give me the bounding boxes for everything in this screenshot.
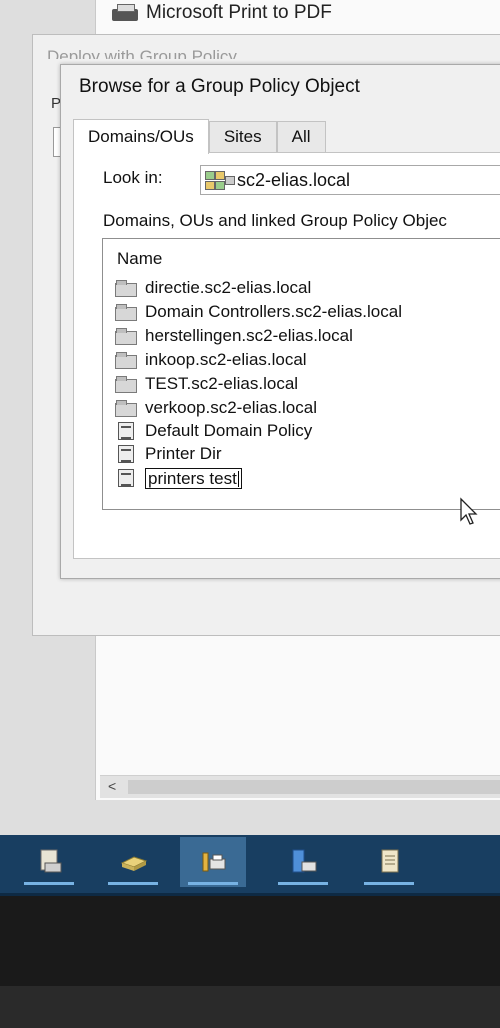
folder-icon bbox=[115, 327, 137, 345]
network-printers-icon bbox=[292, 849, 317, 873]
tab-strip: Domains/OUs Sites All bbox=[73, 119, 326, 154]
folder-icon bbox=[115, 351, 137, 369]
tab-sites[interactable]: Sites bbox=[208, 121, 277, 152]
tab-domains-ous[interactable]: Domains/OUs bbox=[73, 119, 209, 154]
folder-icon bbox=[115, 279, 137, 297]
list-item[interactable]: inkoop.sc2-elias.local bbox=[115, 349, 307, 371]
print-management-icon bbox=[202, 852, 226, 872]
look-in-label: Look in: bbox=[103, 168, 163, 187]
list-item-label: directie.sc2-elias.local bbox=[145, 278, 312, 297]
printer-list-item[interactable]: Microsoft Print to PDF bbox=[110, 2, 332, 24]
list-item-label: verkoop.sc2-elias.local bbox=[145, 398, 317, 417]
taskbar-button-print-server[interactable] bbox=[16, 837, 82, 887]
list-item[interactable]: TEST.sc2-elias.local bbox=[115, 373, 298, 395]
list-item-label: Printer Dir bbox=[145, 444, 222, 463]
deploy-dialog-title: Deploy with Group Policy bbox=[47, 47, 237, 59]
printer-icon bbox=[120, 856, 148, 871]
list-item-label: Default Domain Policy bbox=[145, 421, 313, 440]
gpo-icon bbox=[115, 469, 137, 487]
list-caption: Domains, OUs and linked Group Policy Obj… bbox=[103, 211, 447, 230]
list-item[interactable]: Printer Dir bbox=[115, 443, 222, 465]
domain-icon bbox=[205, 169, 235, 191]
tab-all[interactable]: All bbox=[276, 121, 326, 152]
browse-dialog-title: Browse for a Group Policy Object bbox=[79, 76, 360, 97]
list-item[interactable]: herstellingen.sc2-elias.local bbox=[115, 325, 353, 347]
rename-input-text: printers test bbox=[148, 468, 237, 488]
list-item-label: herstellingen.sc2-elias.local bbox=[145, 326, 353, 345]
rename-input[interactable]: printers test bbox=[145, 467, 242, 489]
print-server-icon bbox=[40, 849, 62, 873]
taskbar-running-indicator bbox=[188, 882, 238, 885]
monitor-bezel-bottom bbox=[0, 986, 500, 1028]
taskbar-button-printer[interactable] bbox=[100, 837, 166, 887]
look-in-value: sc2-elias.local bbox=[237, 169, 351, 190]
list-item[interactable]: Default Domain Policy bbox=[115, 420, 312, 442]
list-item[interactable]: verkoop.sc2-elias.local bbox=[115, 397, 317, 419]
gpo-list[interactable]: Name directie.sc2-elias.local Domain Con… bbox=[102, 238, 500, 510]
taskbar-running-indicator bbox=[108, 882, 158, 885]
list-item-editing[interactable]: printers test bbox=[115, 467, 242, 489]
document-icon bbox=[381, 849, 399, 873]
folder-icon bbox=[115, 303, 137, 321]
tab-page-domains-ous: Look in: sc2-elias.local Domains, OUs an… bbox=[73, 152, 500, 559]
column-header-name[interactable]: Name bbox=[117, 249, 162, 269]
scroll-left-arrow-icon[interactable]: < bbox=[108, 778, 116, 794]
scrollbar-thumb[interactable] bbox=[128, 780, 500, 794]
taskbar-button-print-management[interactable] bbox=[180, 837, 246, 887]
printer-icon bbox=[110, 3, 140, 23]
list-item-label: TEST.sc2-elias.local bbox=[145, 374, 299, 393]
browse-gpo-dialog: Browse for a Group Policy Object Domains… bbox=[60, 64, 500, 579]
mouse-cursor-icon bbox=[460, 497, 478, 525]
taskbar bbox=[0, 835, 500, 898]
folder-icon bbox=[115, 375, 137, 393]
folder-icon bbox=[115, 399, 137, 417]
list-item[interactable]: directie.sc2-elias.local bbox=[115, 277, 311, 299]
gpo-icon bbox=[115, 422, 137, 440]
list-item-label: Domain Controllers.sc2-elias.local bbox=[145, 302, 402, 321]
desktop-screen: Microsoft Print to PDF < Deploy with Gro… bbox=[0, 0, 500, 835]
list-item[interactable]: Domain Controllers.sc2-elias.local bbox=[115, 301, 402, 323]
look-in-dropdown[interactable]: sc2-elias.local bbox=[200, 165, 500, 195]
text-caret bbox=[237, 471, 239, 488]
gpo-icon bbox=[115, 445, 137, 463]
list-item-label: inkoop.sc2-elias.local bbox=[145, 350, 307, 369]
taskbar-running-indicator bbox=[278, 882, 328, 885]
monitor-bezel bbox=[0, 896, 500, 986]
horizontal-scrollbar[interactable]: < bbox=[100, 775, 500, 798]
taskbar-running-indicator bbox=[24, 882, 74, 885]
taskbar-button-network-printers[interactable] bbox=[270, 837, 336, 887]
printer-name: Microsoft Print to PDF bbox=[146, 2, 332, 23]
taskbar-button-document[interactable] bbox=[356, 837, 422, 887]
taskbar-running-indicator bbox=[364, 882, 414, 885]
